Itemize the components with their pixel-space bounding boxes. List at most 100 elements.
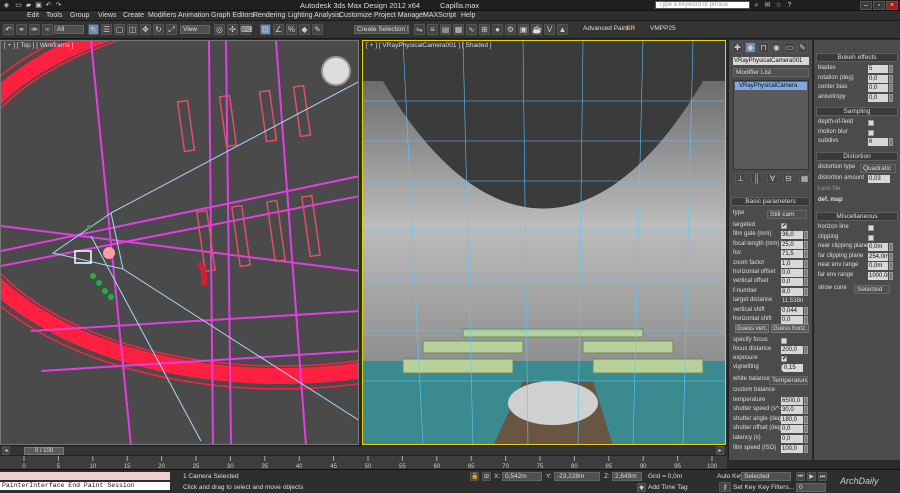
viewport-label-top[interactable]: [ + ] [ Top ] [ Wireframe ] [4, 42, 73, 49]
param-value-field[interactable] [781, 387, 803, 395]
save-file-icon[interactable]: ▣ [34, 1, 43, 10]
time-tag-icon[interactable]: ◆ [637, 483, 646, 492]
param-spinner[interactable] [804, 231, 808, 240]
sr-button[interactable]: SR [626, 25, 635, 32]
show-end-result-icon[interactable]: ║ [751, 173, 762, 184]
z-coordinate-field[interactable]: 2,649m [612, 472, 642, 481]
param-value-field[interactable]: 0,0 [868, 84, 888, 92]
modifier-list-dropdown[interactable]: Modifier List [733, 68, 809, 77]
param-value-field[interactable]: 0,044 [781, 306, 803, 315]
menu-help[interactable]: Help [461, 12, 475, 19]
scale-icon[interactable]: ⤢ [166, 24, 177, 35]
unlink-icon[interactable]: ⚮ [29, 24, 40, 35]
param-spinner[interactable] [804, 396, 808, 405]
param-spinner[interactable] [889, 252, 893, 261]
param-spinner[interactable] [889, 272, 893, 280]
hierarchy-tab-icon[interactable]: ⊓ [758, 42, 769, 53]
new-file-icon[interactable]: ▭ [14, 1, 23, 10]
set-key-button[interactable]: Set Key [733, 484, 756, 491]
select-by-name-icon[interactable]: ☰ [101, 24, 112, 35]
percent-snap-icon[interactable]: % [286, 24, 297, 35]
vray-frame-icon[interactable]: V [544, 24, 555, 35]
window-crossing-icon[interactable]: ◫ [127, 24, 138, 35]
edit-named-sets-icon[interactable]: ✎ [312, 24, 323, 35]
key-mode-dropdown[interactable]: Selected [741, 472, 791, 481]
menu-modifiers[interactable]: Modifiers [148, 12, 176, 19]
param-spinner[interactable] [889, 93, 893, 102]
param-value-field[interactable]: 0,0 [781, 425, 803, 434]
curve-editor-icon[interactable]: ∿ [466, 24, 477, 35]
viewcube[interactable] [321, 56, 351, 86]
redo-icon[interactable]: ↷ [54, 1, 63, 10]
spinner-snap-icon[interactable]: ◆ [299, 24, 310, 35]
param-value-field[interactable]: 180,0 [781, 415, 803, 424]
param-checkbox[interactable]: ✔ [781, 356, 787, 362]
type-dropdown[interactable]: Still cam [767, 210, 807, 219]
menu-project-manager[interactable]: Project Manager [374, 12, 425, 19]
search-icon[interactable]: ⌕ [752, 1, 761, 10]
search-input[interactable]: Type a keyword or phrase [655, 1, 750, 9]
guess-horiz-button[interactable]: Guess horiz. [771, 324, 809, 333]
param-checkbox[interactable] [868, 225, 874, 231]
menu-tools[interactable]: Tools [46, 12, 62, 19]
param-value-field[interactable]: 6500,0 [781, 396, 803, 405]
param-spinner[interactable] [889, 138, 893, 146]
go-to-start-icon[interactable]: ⏮ [796, 472, 805, 481]
param-spinner[interactable] [804, 278, 808, 287]
ref-coord-dropdown[interactable]: View [180, 25, 210, 34]
menu-graph-editors[interactable]: Graph Editors [211, 12, 254, 19]
param-value-field[interactable]: 25,0 [781, 240, 803, 249]
param-spinner[interactable] [804, 435, 808, 443]
pin-stack-icon[interactable]: ⊥ [735, 173, 746, 184]
param-spinner[interactable] [889, 74, 893, 83]
select-object-icon[interactable]: ↖ [88, 24, 99, 35]
advanced-paint-button[interactable]: Advanced Paint [583, 25, 629, 32]
schematic-view-icon[interactable]: ⊞ [479, 24, 490, 35]
motion-tab-icon[interactable]: ◉ [771, 42, 782, 53]
param-spinner[interactable] [889, 84, 893, 92]
vray-toolbar-icon[interactable]: ▲ [557, 24, 568, 35]
param-spinner[interactable] [804, 287, 808, 296]
vignetting-value[interactable]: 0,15 [783, 364, 803, 372]
time-slider[interactable]: ◂ 0 / 100 ▸ [0, 445, 727, 455]
utilities-tab-icon[interactable]: ✎ [797, 42, 808, 53]
param-spinner[interactable] [804, 306, 808, 315]
current-frame-field[interactable]: 0 [796, 483, 826, 492]
pivot-center-icon[interactable]: ◎ [214, 24, 225, 35]
named-selection-dropdown[interactable]: Create Selection Set [354, 25, 409, 34]
stack-item[interactable]: VRayPhysicalCamera [735, 82, 807, 90]
param-value-field[interactable]: 100,0 [781, 444, 803, 453]
param-spinner[interactable] [804, 425, 808, 434]
help-icon[interactable]: ? [785, 1, 794, 10]
modify-tab-icon[interactable]: ◆ [745, 42, 756, 53]
remove-modifier-icon[interactable]: ⊟ [783, 173, 794, 184]
bind-space-warp-icon[interactable]: ≈ [42, 24, 53, 35]
param-spinner[interactable] [804, 250, 808, 259]
param-value-field[interactable]: 0,0 [868, 93, 888, 102]
menu-group[interactable]: Group [70, 12, 89, 19]
bokeh-rollout[interactable]: Bokeh effects [816, 53, 898, 62]
minimize-button[interactable]: – [860, 1, 872, 10]
make-unique-icon[interactable]: ∀ [767, 173, 778, 184]
viewport-top-wireframe[interactable]: [ + ] [ Top ] [ Wireframe ] [0, 40, 359, 445]
param-value-field[interactable]: 0,0m [868, 262, 888, 271]
basic-parameters-rollout[interactable]: Basic parameters [731, 197, 810, 206]
param-checkbox[interactable]: ✔ [781, 223, 787, 229]
snap-toggle-icon[interactable]: ⊡ [260, 24, 271, 35]
menu-views[interactable]: Views [98, 12, 117, 19]
maxscript-listener-bottom[interactable]: PainterInterface End Paint Session [0, 482, 170, 490]
undo-button[interactable]: ↶ [3, 24, 14, 35]
param-spinner[interactable] [804, 346, 808, 354]
param-value-field[interactable]: 1,0 [781, 259, 803, 268]
guess-vert-button[interactable]: Guess vert. [735, 324, 769, 333]
create-tab-icon[interactable]: ✚ [732, 42, 743, 53]
app-logo-icon[interactable]: ◈ [2, 1, 11, 10]
param-value-field[interactable]: 0,0 [781, 278, 803, 287]
param-spinner[interactable] [804, 406, 808, 415]
param-spinner[interactable] [804, 316, 808, 324]
param-spinner[interactable] [889, 243, 893, 252]
y-coordinate-field[interactable]: -23,228m [554, 472, 600, 481]
go-to-end-icon[interactable]: ⏭ [818, 472, 827, 481]
param-spinner[interactable] [889, 65, 893, 73]
viewport-camera-shaded[interactable]: [ + ] [ VRayPhysicalCamera001 ] [ Shaded… [362, 40, 726, 445]
